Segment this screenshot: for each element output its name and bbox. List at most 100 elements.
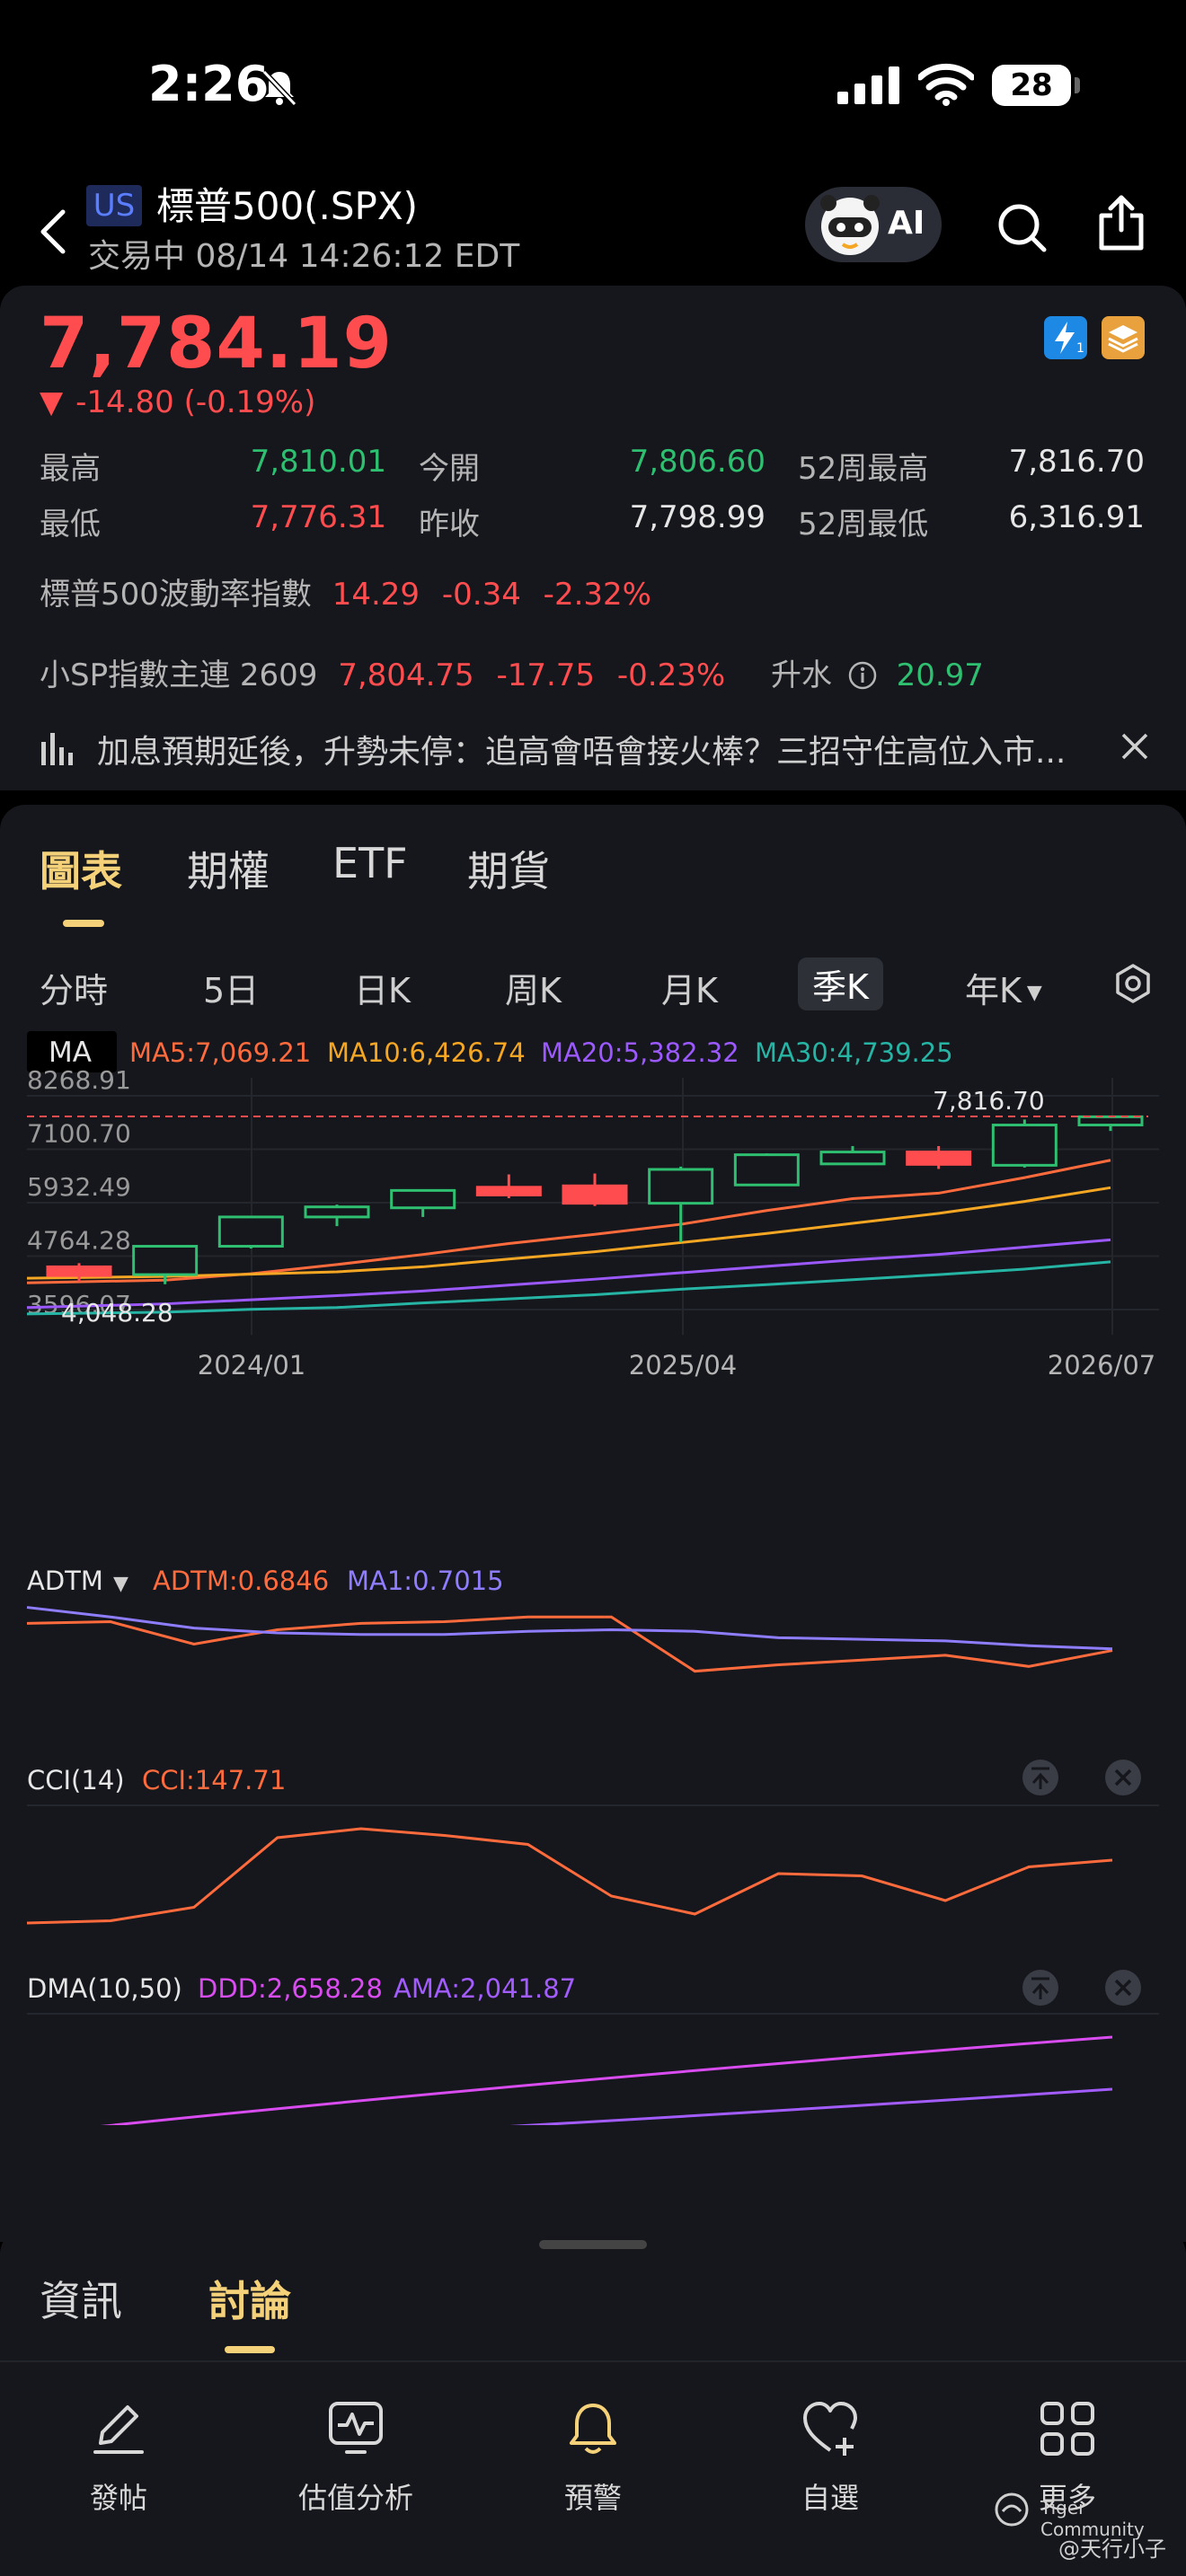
candle-down bbox=[46, 1265, 112, 1277]
news-headline: 加息預期延後，升勢未停：追高會唔會接火棒？三招守住高位入市... bbox=[97, 734, 1067, 771]
bar-chart-icon bbox=[41, 733, 73, 765]
tab-chart[interactable]: 圖表 bbox=[40, 839, 122, 898]
vix-label: 標普500波動率指數 bbox=[40, 577, 312, 613]
layers-icon[interactable] bbox=[1102, 316, 1145, 359]
back-arrow-icon[interactable] bbox=[36, 207, 68, 257]
battery-indicator: 28 bbox=[992, 65, 1080, 106]
valuation-monitor-icon bbox=[329, 2402, 383, 2454]
close-icon[interactable] bbox=[1120, 731, 1150, 762]
lightning-level1-icon[interactable]: 1 bbox=[1044, 316, 1087, 359]
nav-alert[interactable]: 預警 bbox=[485, 2362, 701, 2542]
nav-valuation[interactable]: 估值分析 bbox=[248, 2362, 464, 2542]
period-5d[interactable]: 5日 bbox=[203, 963, 259, 1012]
status-time: 2:26 bbox=[148, 56, 270, 112]
basis-value: 20.97 bbox=[896, 657, 984, 693]
ai-assistant-button[interactable]: AI bbox=[805, 187, 942, 262]
candle-up bbox=[390, 1188, 456, 1210]
kline-chart[interactable]: MA MA5:7,069.21 MA10:6,426.74 MA20:5,382… bbox=[0, 1020, 1186, 2125]
tab-options[interactable]: 期權 bbox=[187, 839, 270, 898]
ma20-legend: MA20:5,382.32 bbox=[541, 1037, 739, 1068]
ma-label: MA bbox=[49, 1037, 92, 1069]
future-pct: -0.23% bbox=[616, 657, 726, 693]
candle-up bbox=[819, 1151, 886, 1166]
stat-value-high: 7,810.01 bbox=[250, 444, 386, 480]
tab-discussion[interactable]: 討論 bbox=[208, 2269, 291, 2328]
period-daily[interactable]: 日K bbox=[354, 963, 411, 1012]
close-indicator-icon[interactable] bbox=[1105, 1970, 1141, 2006]
svg-text:1: 1 bbox=[1076, 341, 1084, 356]
info-icon[interactable] bbox=[847, 660, 878, 691]
x-axis-ticks: 2024/01 2025/04 2026/07 bbox=[198, 1350, 1155, 1381]
dma-ama: AMA:2,041.87 bbox=[394, 1973, 576, 2004]
tab-futures[interactable]: 期貨 bbox=[467, 839, 550, 898]
ma10-legend: MA10:6,426.74 bbox=[327, 1037, 526, 1068]
news-ticker[interactable]: 加息預期延後，升勢未停：追高會唔會接火棒？三招守住高位入市... bbox=[40, 726, 1154, 771]
period-intraday[interactable]: 分時 bbox=[40, 963, 108, 1012]
x-tick-label: 2026/07 bbox=[1048, 1350, 1155, 1381]
x-tick-label: 2025/04 bbox=[629, 1350, 737, 1381]
candle-up bbox=[991, 1124, 1058, 1167]
mute-bell-icon bbox=[261, 69, 297, 107]
vix-row[interactable]: 標普500波動率指數 14.29 -0.34 -2.32% bbox=[40, 569, 651, 613]
last-price: 7,784.19 bbox=[40, 304, 393, 384]
period-yearly-label: 年K bbox=[965, 971, 1022, 1010]
candles bbox=[46, 1115, 1144, 1284]
sheet-grab-handle[interactable] bbox=[539, 2240, 647, 2249]
change-value: -14.80 (-0.19%) bbox=[75, 384, 316, 420]
stat-label-high: 最高 bbox=[40, 451, 101, 487]
future-label: 小SP指數主連 2609 bbox=[40, 657, 318, 693]
stock-header: US 標普500(.SPX) 交易中 08/14 14:26:12 EDT AI bbox=[0, 171, 1186, 287]
wifi-icon bbox=[918, 63, 974, 106]
tab-etf[interactable]: ETF bbox=[332, 839, 408, 887]
nav-post[interactable]: 發帖 bbox=[11, 2362, 226, 2542]
adtm-value: ADTM:0.6846 bbox=[153, 1566, 329, 1596]
ma-lines bbox=[26, 1159, 1111, 1316]
nav-alert-label: 預警 bbox=[563, 2481, 622, 2515]
period-weekly[interactable]: 周K bbox=[505, 963, 562, 1012]
tiger-community-logo-icon bbox=[995, 2492, 1029, 2527]
period-monthly[interactable]: 月K bbox=[661, 963, 718, 1012]
future-row[interactable]: 小SP指數主連 2609 7,804.75 -17.75 -0.23% 升水 2… bbox=[40, 650, 984, 694]
adtm-ma1: MA1:0.7015 bbox=[347, 1566, 504, 1596]
adtm-caret-icon[interactable]: ▼ bbox=[113, 1573, 128, 1595]
stat-label-low: 最低 bbox=[40, 507, 101, 543]
y-tick-label: 4764.28 bbox=[27, 1226, 131, 1256]
quote-card: 7,784.19 ▼ -14.80 (-0.19%) 1 最高 7,810.01 … bbox=[0, 286, 1186, 790]
y-tick-label: 7100.70 bbox=[27, 1119, 131, 1149]
stat-value-low: 7,776.31 bbox=[250, 499, 386, 535]
period-yearly[interactable]: 年K ▼ bbox=[965, 963, 1042, 1012]
stat-value-52w-high: 7,816.70 bbox=[1008, 444, 1145, 480]
status-bar: 2:26 28 bbox=[0, 0, 1186, 171]
tab-news[interactable]: 資訊 bbox=[40, 2269, 122, 2328]
stat-label-prev-close: 昨收 bbox=[419, 507, 480, 543]
dropdown-caret-icon: ▼ bbox=[1026, 982, 1042, 1004]
sheet-tab-indicator bbox=[225, 2346, 275, 2353]
chart-settings-icon[interactable] bbox=[1112, 963, 1154, 1004]
down-arrow-icon: ▼ bbox=[40, 384, 64, 420]
ddd-line bbox=[100, 2035, 1113, 2125]
bell-icon bbox=[570, 2404, 616, 2454]
adtm-label[interactable]: ADTM bbox=[27, 1566, 103, 1596]
candle-up bbox=[1077, 1115, 1144, 1127]
adtm-line bbox=[26, 1615, 1113, 1673]
ai-label: AI bbox=[888, 205, 925, 242]
nav-watchlist[interactable]: 自選 bbox=[722, 2362, 938, 2542]
dma-ddd: DDD:2,658.28 bbox=[198, 1973, 383, 2004]
stat-label-52w-low: 52周最低 bbox=[798, 507, 929, 543]
trading-status: 交易中 08/14 14:26:12 EDT bbox=[88, 238, 520, 275]
candle-up bbox=[733, 1153, 800, 1187]
cellular-signal-icon bbox=[837, 66, 899, 104]
candle-up bbox=[132, 1245, 199, 1276]
pin-top-icon[interactable] bbox=[1022, 1760, 1058, 1795]
nav-post-label: 發帖 bbox=[89, 2481, 147, 2515]
share-icon[interactable] bbox=[1096, 194, 1146, 251]
close-indicator-icon[interactable] bbox=[1105, 1760, 1141, 1795]
candle-down bbox=[906, 1151, 972, 1166]
period-quarterly[interactable]: 季K bbox=[798, 957, 883, 1010]
high-marker-label: 7,816.70 bbox=[933, 1086, 1045, 1116]
pin-top-icon[interactable] bbox=[1022, 1970, 1058, 2006]
search-icon[interactable] bbox=[996, 201, 1048, 253]
market-badge: US bbox=[86, 185, 142, 226]
ma5-legend: MA5:7,069.21 bbox=[129, 1037, 311, 1068]
stat-label-52w-high: 52周最高 bbox=[798, 451, 929, 487]
